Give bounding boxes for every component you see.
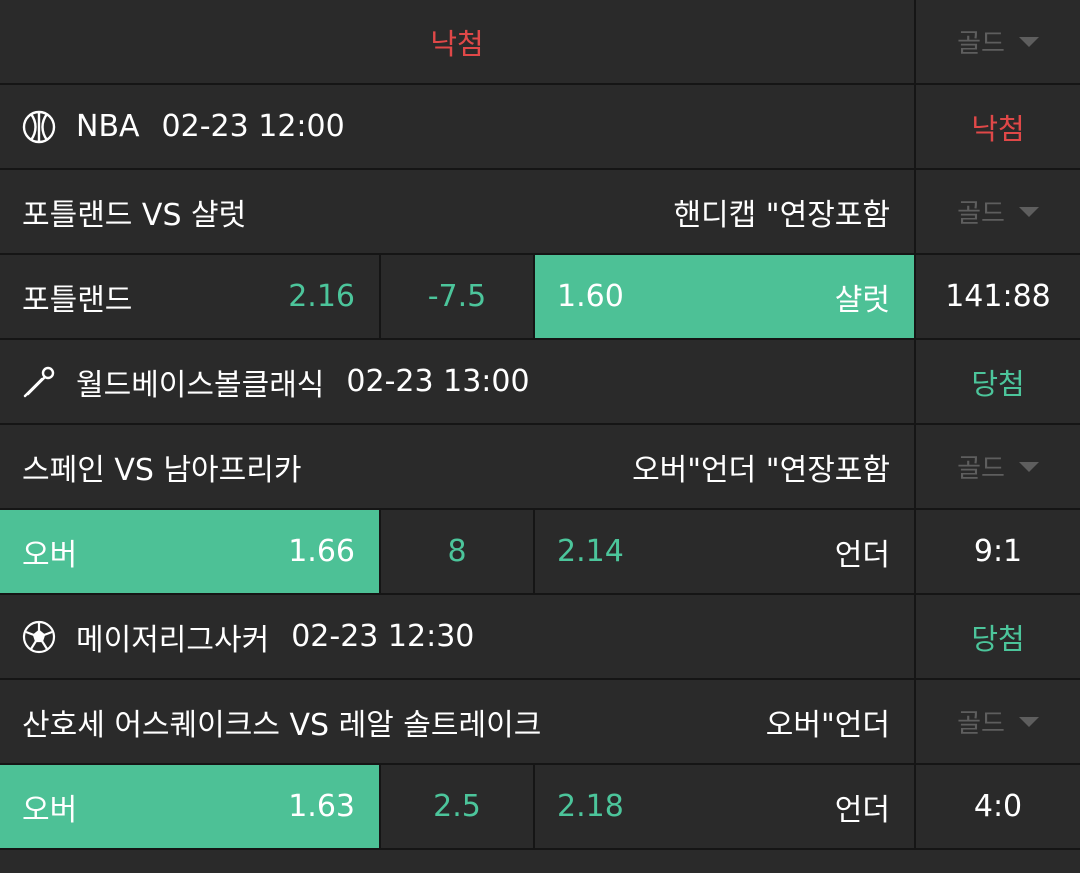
away-odds: 1.60 [557,279,624,314]
odds-row: 오버 1.66 8 2.14 언더 9:1 [0,510,1080,595]
away-odds-button[interactable]: 2.14 언더 [535,510,916,595]
match-teams: 산호세 어스퀘이크스 VS 레알 솔트레이크 [22,707,542,743]
match-info: 포틀랜드 VS 샬럿 핸디캡 "연장포함 [0,170,916,255]
line-value: 8 [447,534,467,569]
match-teams: 포틀랜드 VS 샬럿 [22,197,247,233]
list-footer [0,850,1080,873]
chevron-down-icon [1018,206,1039,217]
gold-label: 골드 [957,199,1005,229]
match-row: 스페인 VS 남아프리카 오버"언더 "연장포함 골드 [0,425,1080,510]
league-row: 메이저리그사커 02-23 12:30 당첨 [0,595,1080,680]
league-row: 월드베이스볼클래식 02-23 13:00 당첨 [0,340,1080,425]
baseball-icon [22,365,56,399]
league-name: NBA [76,109,140,144]
gold-dropdown[interactable]: 골드 [916,425,1080,510]
odds-row: 포틀랜드 2.16 -7.5 1.60 샬럿 141:88 [0,255,1080,340]
home-label: 포틀랜드 [22,282,133,318]
league-name: 월드베이스볼클래식 [76,367,325,403]
chevron-down-icon [1018,716,1039,727]
league-header: 메이저리그사커 02-23 12:30 [0,595,916,680]
line-cell: 8 [381,510,535,595]
home-odds: 1.63 [288,789,355,824]
gold-dropdown[interactable]: 골드 [916,0,1080,85]
match-datetime: 02-23 13:00 [346,364,530,399]
home-odds: 2.16 [288,279,355,314]
odds-row: 오버 1.63 2.5 2.18 언더 4:0 [0,765,1080,850]
score-cell: 4:0 [916,765,1080,850]
home-odds-button[interactable]: 오버 1.66 [0,510,381,595]
home-label: 오버 [22,792,78,828]
line-value: 2.5 [433,789,481,824]
gold-label: 골드 [957,709,1005,739]
gold-dropdown[interactable]: 골드 [916,170,1080,255]
home-odds-button[interactable]: 포틀랜드 2.16 [0,255,381,340]
score-cell: 141:88 [916,255,1080,340]
away-label: 언더 [834,792,890,828]
chevron-down-icon [1018,461,1039,472]
away-odds-button[interactable]: 1.60 샬럿 [535,255,916,340]
bet-status-cell: 당첨 [916,595,1080,680]
line-cell: 2.5 [381,765,535,850]
league-header: NBA 02-23 12:00 [0,85,916,170]
gold-label: 골드 [957,29,1005,59]
match-row: 산호세 어스퀘이크스 VS 레알 솔트레이크 오버"언더 골드 [0,680,1080,765]
match-info: 스페인 VS 남아프리카 오버"언더 "연장포함 [0,425,916,510]
bet-status: 당첨 [971,621,1025,656]
bet-status: 당첨 [971,366,1025,401]
home-odds-button[interactable]: 오버 1.63 [0,765,381,850]
league-name: 메이저리그사커 [76,622,270,658]
market-type: 오버"언더 [765,707,890,743]
chevron-down-icon [1018,36,1039,47]
match-teams: 스페인 VS 남아프리카 [22,452,302,488]
market-type: 오버"언더 "연장포함 [632,452,890,488]
soccer-ball-icon [22,620,56,654]
line-cell: -7.5 [381,255,535,340]
away-odds: 2.14 [557,534,624,569]
home-odds: 1.66 [288,534,355,569]
match-datetime: 02-23 12:00 [161,109,345,144]
away-label: 샬럿 [834,282,890,318]
away-label: 언더 [834,537,890,573]
basketball-icon [22,110,56,144]
match-row: 포틀랜드 VS 샬럿 핸디캡 "연장포함 골드 [0,170,1080,255]
match-datetime: 02-23 12:30 [291,619,475,654]
line-value: -7.5 [427,279,487,314]
market-type: 핸디캡 "연장포함 [673,197,890,233]
gold-label: 골드 [957,454,1005,484]
summary-result-cell: 낙첨 [0,0,916,85]
league-header: 월드베이스볼클래식 02-23 13:00 [0,340,916,425]
final-score: 141:88 [945,279,1051,314]
home-label: 오버 [22,537,78,573]
summary-result: 낙첨 [430,26,484,61]
away-odds-button[interactable]: 2.18 언더 [535,765,916,850]
league-row: NBA 02-23 12:00 낙첨 [0,85,1080,170]
bet-status: 낙첨 [971,111,1025,146]
gold-dropdown[interactable]: 골드 [916,680,1080,765]
bet-status-cell: 낙첨 [916,85,1080,170]
score-cell: 9:1 [916,510,1080,595]
summary-row: 낙첨 골드 [0,0,1080,85]
bet-status-cell: 당첨 [916,340,1080,425]
final-score: 4:0 [973,789,1023,824]
match-info: 산호세 어스퀘이크스 VS 레알 솔트레이크 오버"언더 [0,680,916,765]
away-odds: 2.18 [557,789,624,824]
final-score: 9:1 [973,534,1023,569]
